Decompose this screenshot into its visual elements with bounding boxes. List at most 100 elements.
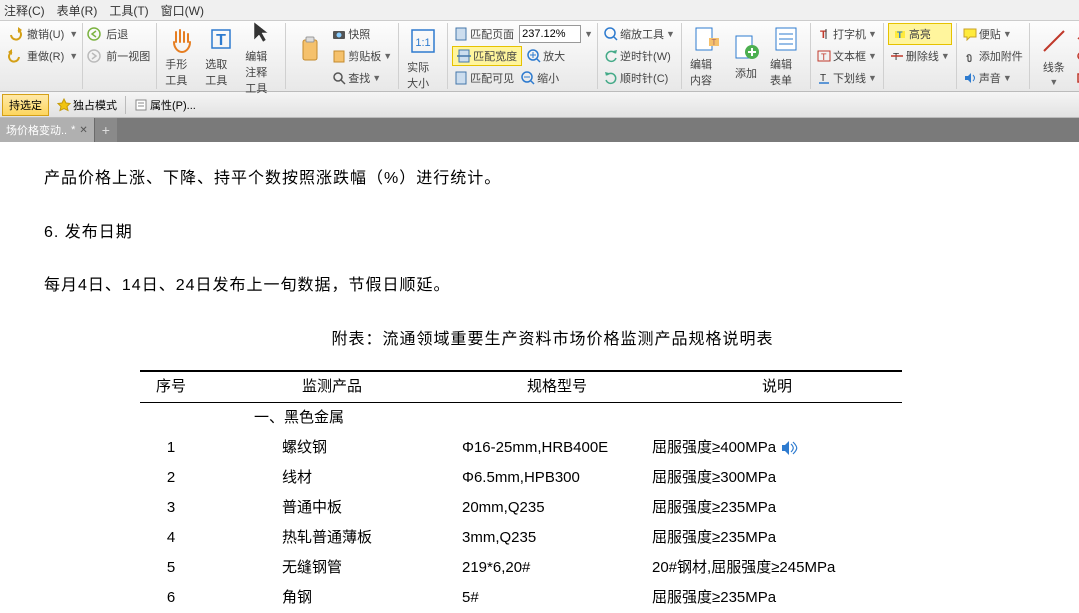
note-icon [963,27,977,41]
text-select-icon: T [205,24,237,54]
add-tab-button[interactable]: + [95,118,117,142]
realsize-button[interactable]: 1:1 实际大小 [403,23,443,93]
line-icon [1038,25,1070,57]
spec-table: 序号 监测产品 规格型号 说明 一、黑色金属 1螺纹钢Φ16-25mm,HRB4… [140,370,902,613]
table-row: 1螺纹钢Φ16-25mm,HRB400E屈服强度≥400MPa [140,433,902,463]
dropdown-icon[interactable]: ▼ [666,29,675,39]
zoomin-button[interactable]: 放大 [525,47,567,65]
hand-icon [165,24,197,54]
camera-icon [332,28,346,40]
select-tool-button[interactable]: T 选取工具 [201,23,241,89]
secondary-toolbar: 持选定 独占模式 属性(P)... [0,92,1079,118]
th-prod: 监测产品 [202,371,462,403]
back-button[interactable]: 后退 [104,25,130,43]
add-icon [730,31,762,63]
table-title: 附表：流通领域重要生产资料市场价格监测产品规格说明表 [44,327,1061,353]
rect-button[interactable]: 矩形▼ [1074,67,1079,89]
dropdown-icon[interactable]: ▼ [69,29,78,39]
dropdown-icon[interactable]: ▼ [868,51,877,61]
close-icon[interactable]: ✕ [79,125,87,136]
undo-button[interactable]: 撤销(U) [25,25,66,43]
th-desc: 说明 [652,371,902,403]
zoomout-button[interactable]: 缩小 [519,69,561,87]
search-icon [332,71,346,85]
attach-icon [963,49,977,63]
fitpage-icon [454,27,468,41]
dropdown-icon[interactable]: ▼ [1049,77,1058,87]
tab-label: 场价格变动.. [6,122,67,138]
sound-icon[interactable] [780,440,798,456]
clipboard-small-button[interactable]: 剪贴板▼ [330,45,394,67]
back-icon [87,27,101,41]
strikeout-icon: T [890,49,904,63]
cursor-icon [245,16,277,46]
rotate-ccw-icon [604,49,618,63]
note-button[interactable]: 便贴▼ [961,23,1025,45]
prev-view-icon [87,49,101,63]
ellipse-button[interactable]: 椭圆形▼ [1074,45,1079,67]
dropdown-icon[interactable]: ▼ [868,73,877,83]
svg-text:T: T [821,52,827,62]
exclusive-button[interactable]: 独占模式 [55,96,119,114]
table-row: 3普通中板20mm,Q235屈服强度≥235MPa [140,493,902,523]
attach-button[interactable]: 添加附件 [961,45,1025,67]
dropdown-icon[interactable]: ▼ [1003,73,1012,83]
snapshot-button[interactable]: 快照 [330,23,394,45]
category-row: 一、黑色金属 [140,403,902,434]
rotate-ccw-button[interactable]: 逆时针(W) [602,45,677,67]
sound-button[interactable]: 声音▼ [961,67,1025,89]
menu-window[interactable]: 窗口(W) [161,2,204,19]
fitvisible-button[interactable]: 匹配可见 [452,69,516,87]
properties-icon [134,98,148,112]
clipboard-button[interactable] [290,23,330,89]
dropdown-icon[interactable]: ▼ [372,73,381,83]
menu-tool[interactable]: 工具(T) [109,2,148,19]
fitpage-button[interactable]: 匹配页面 [452,25,516,43]
paragraph: 每月4日、14日、24日发布上一旬数据，节假日顺延。 [44,273,1061,299]
prev-view-button[interactable]: 前一视图 [104,47,152,65]
editform-icon [770,24,802,54]
dropdown-icon[interactable]: ▼ [868,29,877,39]
textbox-button[interactable]: T文本框▼ [815,45,879,67]
strikeout-button[interactable]: T删除线▼ [888,45,952,67]
menu-bar: 注释(C) 表单(R) 工具(T) 窗口(W) [0,0,1079,20]
editcontent-button[interactable]: T编辑内容 [686,23,726,89]
highlight-icon: T [893,27,907,41]
add-button[interactable]: 添加 [726,23,766,89]
sound-icon [963,71,977,85]
keep-selected-button[interactable]: 持选定 [2,94,49,116]
fitwidth-button[interactable]: 匹配宽度 [452,46,522,66]
th-seq: 序号 [140,371,202,403]
dropdown-icon[interactable]: ▼ [69,51,78,61]
table-row: 6角钢5#屈服强度≥235MPa [140,583,902,613]
redo-button[interactable]: 重做(R) [25,47,66,65]
menu-comment[interactable]: 注释(C) [4,2,45,19]
underline-button[interactable]: T下划线▼ [815,67,879,89]
table-row: 5无缝钢管219*6,20#20#钢材,屈服强度≥245MPa [140,553,902,583]
zoom-input[interactable] [519,25,581,43]
document-tab[interactable]: 场价格变动.. * ✕ [0,118,95,142]
zoomtool-button[interactable]: 缩放工具▼ [602,23,677,45]
zoomin-icon [527,49,541,63]
editcontent-icon: T [690,24,722,54]
clipboard-small-icon [332,49,346,63]
annotate-tool-button[interactable]: 编辑注释工具 [241,23,281,89]
editform-button[interactable]: 编辑表单 [766,23,806,89]
typewriter-icon: T [817,27,831,41]
clipboard-icon [294,33,326,65]
dropdown-icon[interactable]: ▼ [1003,29,1012,39]
dropdown-icon[interactable]: ▼ [584,29,593,39]
dropdown-icon[interactable]: ▼ [941,51,950,61]
typewriter-button[interactable]: T打字机▼ [815,23,879,45]
rotate-cw-button[interactable]: 顺时针(C) [602,67,677,89]
find-button[interactable]: 查找▼ [330,67,394,89]
hand-tool-button[interactable]: 手形工具 [161,23,201,89]
arrow-button[interactable]: 箭头▼ [1074,23,1079,45]
properties-button[interactable]: 属性(P)... [132,96,198,114]
magnify-icon [604,27,618,41]
line-button[interactable]: 线条▼ [1034,23,1074,89]
highlight-button[interactable]: T高亮 [888,23,952,45]
menu-form[interactable]: 表单(R) [57,2,98,19]
dropdown-icon[interactable]: ▼ [383,51,392,61]
underline-icon: T [817,71,831,85]
